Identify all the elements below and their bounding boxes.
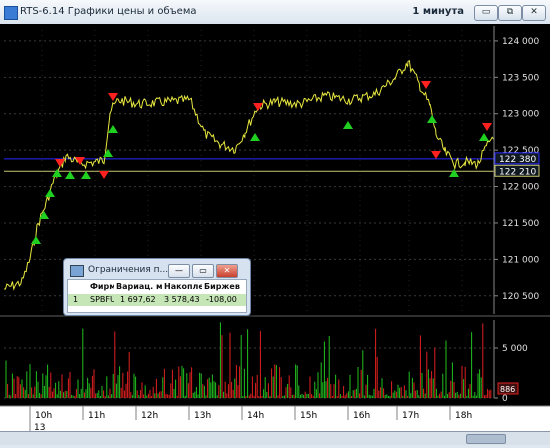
- time-tick-label: 10h: [35, 411, 52, 421]
- limits-window[interactable]: Ограничения п... — ▭ ✕ Фирм Вариац. м На…: [63, 258, 251, 316]
- price-tick-label: 122 000: [502, 183, 539, 193]
- limits-table: Фирм Вариац. м Накопле Биржев 1 SPBFU 1 …: [67, 279, 247, 313]
- title-bar: RTS-6.14 Графики цены и объема 1 минута …: [0, 0, 550, 25]
- price-tick-label: 124 000: [502, 37, 539, 47]
- limits-restore-button[interactable]: ▭: [192, 264, 214, 278]
- time-tick-label: 14h: [247, 411, 264, 421]
- last-volume-label: 886: [500, 385, 515, 394]
- horizontal-scrollbar[interactable]: [0, 431, 550, 445]
- limits-minimize-button[interactable]: —: [168, 264, 190, 278]
- close-button[interactable]: ✕: [522, 5, 546, 21]
- table-row[interactable]: 1 SPBFU 1 697,62 3 578,43 -108,00: [68, 294, 246, 306]
- app-icon: [4, 6, 18, 20]
- price-tick-label: 121 000: [502, 255, 539, 265]
- column-header[interactable]: Накопле: [164, 282, 202, 291]
- time-tick-label: 17h: [402, 411, 419, 421]
- window-title: RTS-6.14 Графики цены и объема: [20, 6, 197, 17]
- table-header: Фирм Вариац. м Накопле Биржев: [68, 281, 246, 293]
- time-tick-label: 18h: [455, 411, 472, 421]
- time-tick-label: 12h: [141, 411, 158, 421]
- table-icon: [70, 265, 84, 277]
- volume-tick-label: 5 000: [502, 344, 528, 354]
- price-volume-chart[interactable]: 124 000123 500123 000122 500122 000121 5…: [0, 24, 550, 444]
- column-header[interactable]: Биржев: [204, 282, 244, 291]
- row-index: 1: [73, 295, 79, 304]
- price-tick-label: 121 500: [502, 219, 539, 229]
- time-tick-label: 13h: [194, 411, 211, 421]
- table-cell: 3 578,43: [164, 295, 200, 304]
- chart-area[interactable]: 124 000 123 500 123 000 122 500 122 000 121 5…: [0, 24, 550, 444]
- limits-close-button[interactable]: ✕: [216, 264, 238, 278]
- interval-selector[interactable]: 1 минута: [412, 6, 464, 17]
- restore-button[interactable]: ⧉: [498, 5, 522, 21]
- price-marker-label: 122 210: [499, 167, 536, 177]
- price-tick-label: 120 500: [502, 292, 539, 302]
- scroll-thumb[interactable]: [466, 434, 506, 444]
- volume-tick-label: 0: [502, 394, 508, 404]
- table-cell: -108,00: [206, 295, 237, 304]
- table-cell: 1 697,62: [120, 295, 156, 304]
- price-tick-label: 123 000: [502, 110, 539, 120]
- price-marker-label: 122 380: [499, 155, 536, 165]
- minimize-button[interactable]: ▭: [474, 5, 498, 21]
- time-tick-label: 15h: [300, 411, 317, 421]
- column-header[interactable]: Фирм: [90, 282, 114, 291]
- column-header[interactable]: Вариац. м: [116, 282, 162, 291]
- price-tick-label: 123 500: [502, 73, 539, 83]
- table-cell: SPBFU: [90, 295, 114, 304]
- time-tick-label: 16h: [353, 411, 370, 421]
- limits-window-title: Ограничения п...: [88, 265, 169, 275]
- time-tick-label: 11h: [88, 411, 105, 421]
